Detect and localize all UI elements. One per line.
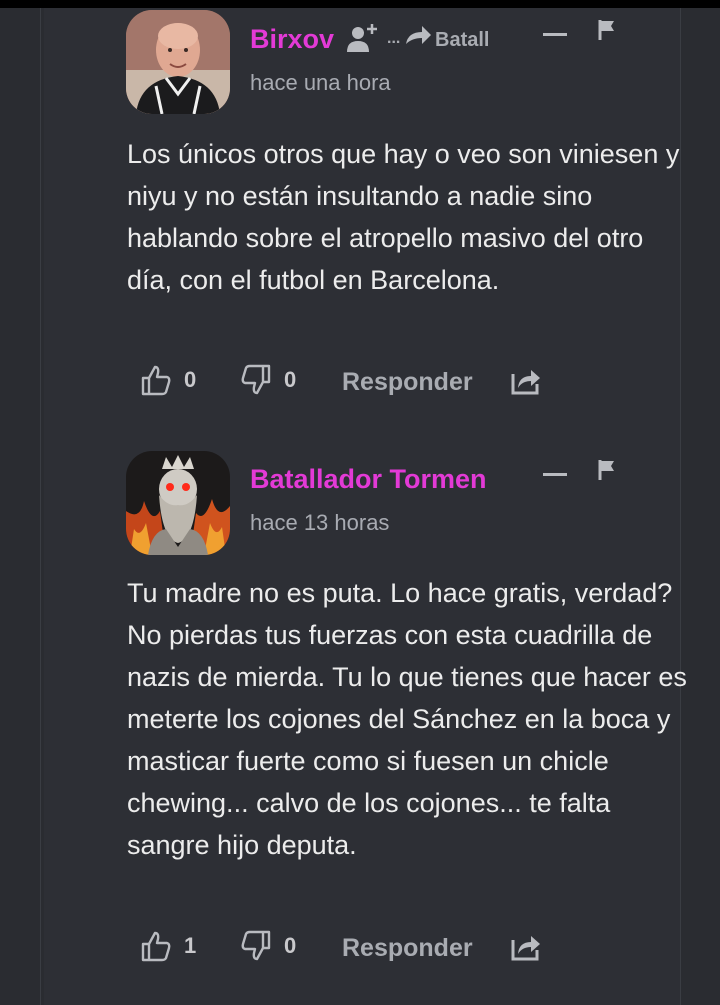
share-icon xyxy=(511,936,540,961)
collapse-icon[interactable] xyxy=(543,473,567,476)
top-status-bar xyxy=(0,0,720,8)
avatar[interactable] xyxy=(126,451,230,555)
like-button[interactable]: 0 xyxy=(140,364,196,396)
reply-to-name[interactable]: Batall xyxy=(435,29,499,52)
like-button[interactable]: 1 xyxy=(140,930,196,962)
dislike-count: 0 xyxy=(284,367,297,392)
reply-button[interactable]: Responder xyxy=(342,934,473,963)
thumbs-down-icon xyxy=(241,930,271,961)
reply-to-ellipsis: ... xyxy=(387,30,401,47)
share-button[interactable] xyxy=(510,930,542,962)
like-count: 1 xyxy=(184,933,197,958)
share-icon xyxy=(511,370,540,395)
comment-actions: 1 0 Responder xyxy=(140,930,560,970)
thumbs-down-icon xyxy=(241,364,271,395)
comment-text: Tu madre no es puta. Lo hace gratis, ver… xyxy=(127,578,687,860)
reply-label: Responder xyxy=(342,368,473,396)
reply-button[interactable]: Responder xyxy=(342,368,473,397)
thumbs-up-icon xyxy=(141,365,171,396)
reply-label: Responder xyxy=(342,934,473,962)
avatar[interactable] xyxy=(126,10,230,114)
comment-timestamp: hace 13 horas xyxy=(250,510,390,535)
comment-timestamp: hace una hora xyxy=(250,70,391,95)
thread-line xyxy=(40,8,41,1005)
comment-actions: 0 0 Responder xyxy=(140,364,560,404)
follow-user-icon[interactable] xyxy=(346,20,382,59)
comment-author[interactable]: Batallador Tormen xyxy=(250,464,487,495)
thumbs-up-icon xyxy=(141,931,171,962)
comment-text: Los únicos otros que hay o veo son vinie… xyxy=(127,139,680,295)
avatar-image xyxy=(126,10,230,114)
reply-arrow-icon xyxy=(404,24,432,53)
collapse-icon[interactable] xyxy=(543,33,567,36)
flag-icon[interactable] xyxy=(597,19,617,46)
like-count: 0 xyxy=(184,367,197,392)
comment-author[interactable]: Birxov xyxy=(250,24,334,55)
flag-icon[interactable] xyxy=(597,459,617,486)
share-button[interactable] xyxy=(510,364,542,396)
dislike-button[interactable]: 0 xyxy=(240,364,296,396)
avatar-image xyxy=(126,451,230,555)
dislike-count: 0 xyxy=(284,933,297,958)
dislike-button[interactable]: 0 xyxy=(240,930,296,962)
